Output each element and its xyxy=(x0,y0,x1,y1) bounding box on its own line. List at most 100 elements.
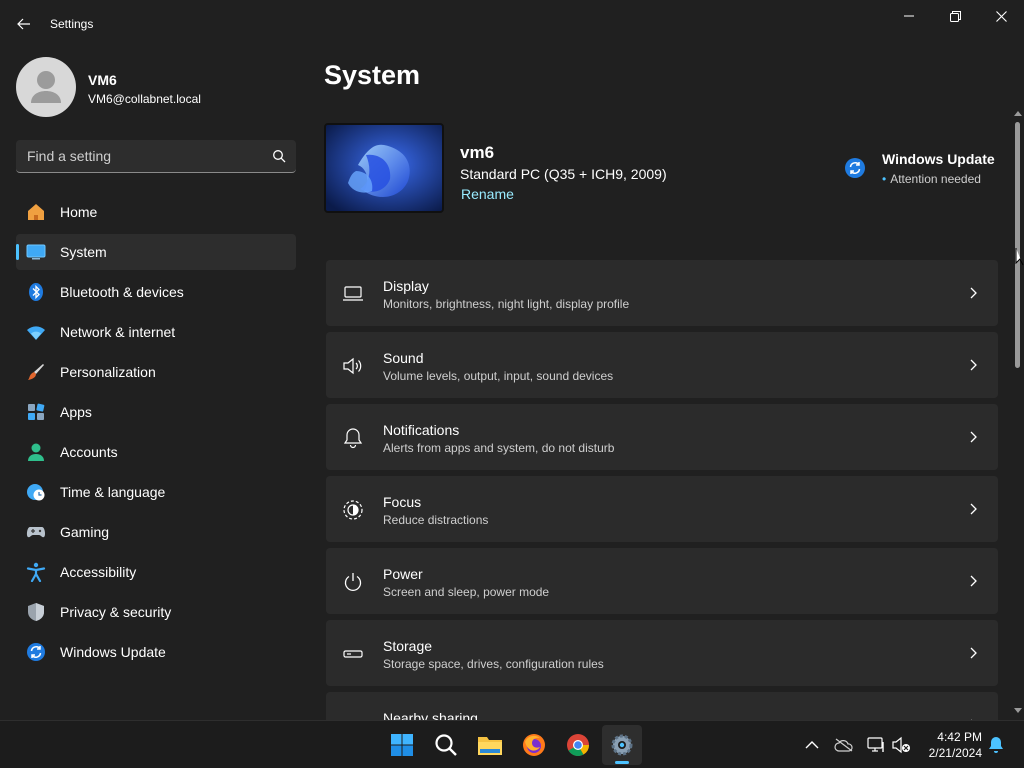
sidebar-item-accessibility[interactable]: Accessibility xyxy=(16,554,296,590)
rename-link[interactable]: Rename xyxy=(461,186,514,202)
scroll-down-arrow-icon[interactable] xyxy=(1014,708,1022,714)
chevron-right-icon xyxy=(970,431,977,443)
storage-card[interactable]: Storage Storage space, drives, configura… xyxy=(326,620,998,686)
show-hidden-icons-button[interactable] xyxy=(802,735,822,755)
taskbar: 4:42 PM 2/21/2024 xyxy=(0,720,1024,768)
card-title: Display xyxy=(383,278,429,294)
chevron-right-icon xyxy=(970,287,977,299)
accounts-icon xyxy=(26,442,46,462)
minimize-button[interactable] xyxy=(886,0,932,32)
scrollbar[interactable] xyxy=(1012,110,1024,720)
sidebar-item-gaming[interactable]: Gaming xyxy=(16,514,296,550)
sidebar-item-label: Accessibility xyxy=(60,564,137,580)
sidebar-item-network[interactable]: Network & internet xyxy=(16,314,296,350)
sidebar-item-privacy-security[interactable]: Privacy & security xyxy=(16,594,296,630)
chrome-icon xyxy=(567,734,589,756)
power-icon xyxy=(342,571,364,593)
sidebar-item-label: Apps xyxy=(60,404,92,420)
wifi-icon xyxy=(26,322,46,342)
user-avatar-icon xyxy=(31,71,61,103)
chevron-up-icon xyxy=(805,741,819,749)
sidebar-item-system[interactable]: System xyxy=(16,234,296,270)
card-title: Power xyxy=(383,566,423,582)
sidebar-item-apps[interactable]: Apps xyxy=(16,394,296,430)
sidebar-item-bluetooth[interactable]: Bluetooth & devices xyxy=(16,274,296,310)
volume-tray[interactable] xyxy=(892,735,912,755)
taskbar-firefox[interactable] xyxy=(514,725,554,765)
card-title: Storage xyxy=(383,638,433,654)
chevron-right-icon xyxy=(970,647,977,659)
sidebar-nav: Home System Bluetooth & devices Network … xyxy=(16,194,296,674)
maximize-button[interactable] xyxy=(932,0,978,32)
power-card[interactable]: Power Screen and sleep, power mode xyxy=(326,548,998,614)
close-button[interactable] xyxy=(978,0,1024,32)
sidebar-item-windows-update[interactable]: Windows Update xyxy=(16,634,296,670)
focus-card[interactable]: Focus Reduce distractions xyxy=(326,476,998,542)
user-name: VM6 xyxy=(88,72,117,88)
user-profile[interactable]: VM6 VM6@collabnet.local xyxy=(16,57,296,117)
taskbar-search-button[interactable] xyxy=(426,725,466,765)
app-title: Settings xyxy=(50,17,94,31)
sidebar-item-label: Accounts xyxy=(60,444,118,460)
focus-icon xyxy=(342,499,364,521)
sidebar-item-accounts[interactable]: Accounts xyxy=(16,434,296,470)
onedrive-tray[interactable] xyxy=(834,735,854,755)
sound-card[interactable]: Sound Volume levels, output, input, soun… xyxy=(326,332,998,398)
notifications-card[interactable]: Notifications Alerts from apps and syste… xyxy=(326,404,998,470)
close-icon xyxy=(995,10,1007,22)
taskbar-chrome[interactable] xyxy=(558,725,598,765)
windows-update-status-text: Attention needed xyxy=(890,172,981,186)
card-title: Sound xyxy=(383,350,424,366)
sidebar-item-label: Privacy & security xyxy=(60,604,172,620)
windows-update-status[interactable]: Windows Update • Attention needed xyxy=(844,150,1004,190)
restore-icon xyxy=(949,10,961,22)
wallpaper-thumbnail xyxy=(324,123,444,213)
search-icon xyxy=(435,734,457,756)
card-description: Volume levels, output, input, sound devi… xyxy=(383,369,614,383)
minimize-icon xyxy=(904,15,914,17)
start-button[interactable] xyxy=(382,725,422,765)
taskbar-settings[interactable] xyxy=(602,725,642,765)
bluetooth-icon xyxy=(26,282,46,302)
network-tray[interactable] xyxy=(866,735,886,755)
volume-muted-icon xyxy=(892,736,910,754)
chevron-right-icon xyxy=(970,575,977,587)
update-icon xyxy=(26,642,46,662)
card-description: Storage space, drives, configuration rul… xyxy=(383,657,604,671)
display-card[interactable]: Display Monitors, brightness, night ligh… xyxy=(326,260,998,326)
avatar xyxy=(16,57,76,117)
search-input[interactable] xyxy=(16,140,266,172)
chevron-right-icon xyxy=(970,359,977,371)
active-app-indicator xyxy=(615,761,629,764)
clock-time: 4:42 PM xyxy=(937,730,982,744)
device-model: Standard PC (Q35 + ICH9, 2009) xyxy=(460,166,667,182)
find-setting-search xyxy=(16,140,296,173)
start-icon xyxy=(391,734,413,756)
scroll-up-arrow-icon[interactable] xyxy=(1014,110,1022,116)
storage-icon xyxy=(342,643,364,665)
firefox-icon xyxy=(523,734,545,756)
card-title: Notifications xyxy=(383,422,460,438)
onedrive-icon xyxy=(834,738,853,752)
sidebar-item-label: System xyxy=(60,244,107,260)
sidebar-item-home[interactable]: Home xyxy=(16,194,296,230)
chevron-right-icon xyxy=(970,503,977,515)
sidebar-item-label: Time & language xyxy=(60,484,166,500)
system-icon xyxy=(26,242,46,262)
settings-icon xyxy=(611,734,633,756)
page-title: System xyxy=(324,60,421,90)
nearby-sharing-card[interactable]: Nearby sharing xyxy=(326,692,998,720)
sidebar-item-personalization[interactable]: Personalization xyxy=(16,354,296,390)
notification-center-button[interactable] xyxy=(986,735,1006,755)
scroll-thumb[interactable] xyxy=(1015,122,1020,368)
back-button[interactable] xyxy=(10,10,38,38)
search-icon[interactable] xyxy=(272,149,286,163)
sidebar-item-label: Bluetooth & devices xyxy=(60,284,184,300)
clock[interactable]: 4:42 PM 2/21/2024 xyxy=(920,729,982,761)
notification-bell-icon xyxy=(989,737,1003,753)
sidebar-item-time-language[interactable]: Time & language xyxy=(16,474,296,510)
taskbar-file-explorer[interactable] xyxy=(470,725,510,765)
bell-icon xyxy=(342,427,364,449)
settings-list: Display Monitors, brightness, night ligh… xyxy=(326,260,998,720)
file-explorer-icon xyxy=(478,737,502,755)
